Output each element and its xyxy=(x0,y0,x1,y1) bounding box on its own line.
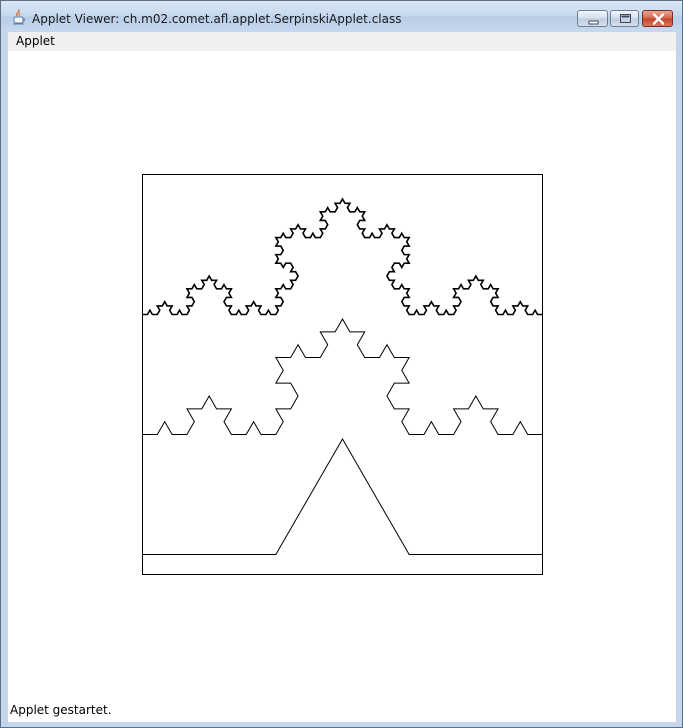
menu-bar: Applet xyxy=(8,32,676,51)
close-button[interactable] xyxy=(642,10,673,27)
close-icon xyxy=(652,13,665,25)
koch-curve-drawing xyxy=(142,174,543,575)
minimize-icon xyxy=(588,20,599,25)
applet-canvas[interactable] xyxy=(8,51,676,701)
window-title: Applet Viewer: ch.m02.comet.afl.applet.S… xyxy=(32,12,402,26)
applet-frame xyxy=(142,174,543,575)
applet-viewer-window: Applet Viewer: ch.m02.comet.afl.applet.S… xyxy=(0,0,683,728)
title-bar[interactable]: Applet Viewer: ch.m02.comet.afl.applet.S… xyxy=(1,1,682,31)
maximize-button[interactable] xyxy=(610,10,639,27)
minimize-button[interactable] xyxy=(577,10,608,27)
maximize-icon xyxy=(620,14,631,23)
status-text: Applet gestartet. xyxy=(10,703,112,717)
java-cup-icon xyxy=(13,9,25,25)
client-area: Applet Applet gestartet. xyxy=(8,32,676,722)
menu-applet[interactable]: Applet xyxy=(10,32,61,51)
